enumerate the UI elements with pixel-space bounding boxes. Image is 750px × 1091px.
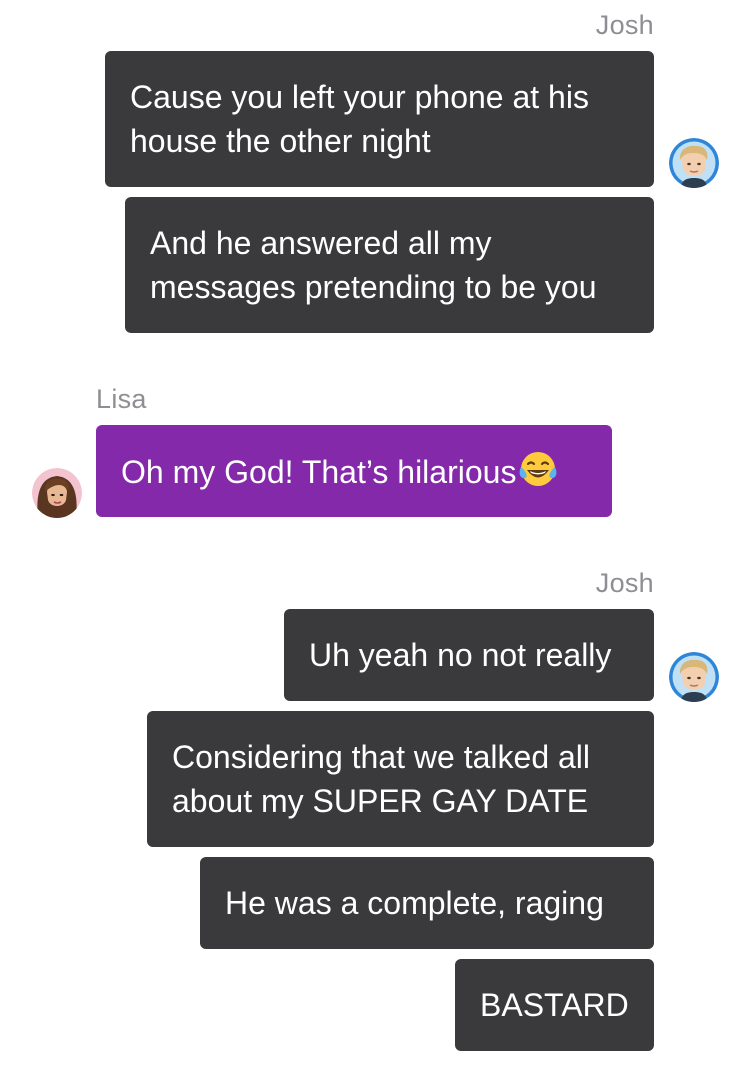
- message-text: Uh yeah no not really: [309, 637, 612, 673]
- message-bubble[interactable]: Cause you left your phone at his house t…: [105, 51, 654, 187]
- message-bubble[interactable]: Considering that we talked all about my …: [147, 711, 654, 847]
- message-bubble[interactable]: Oh my God! That’s hilarious: [96, 425, 612, 517]
- lisa-avatar[interactable]: [32, 468, 82, 518]
- tears-of-joy-emoji: [518, 449, 558, 489]
- message-bubble[interactable]: And he answered all my messages pretendi…: [125, 197, 654, 333]
- message-bubble[interactable]: He was a complete, raging: [200, 857, 654, 949]
- sender-name-lisa: Lisa: [96, 384, 147, 414]
- message-line: house the other night: [130, 123, 431, 159]
- message-line: messages pretending to be you: [150, 269, 597, 305]
- josh-avatar[interactable]: [669, 652, 719, 702]
- message-line: about my SUPER GAY DATE: [172, 783, 589, 819]
- message-text: Oh my God! That’s hilarious: [121, 454, 517, 490]
- message-line: Cause you left your phone at his: [130, 79, 589, 115]
- message-text: BASTARD: [480, 987, 629, 1023]
- josh-avatar[interactable]: [669, 138, 719, 188]
- message-line: And he answered all my: [150, 225, 492, 261]
- sender-name-josh: Josh: [595, 10, 654, 40]
- message-text: He was a complete, raging: [225, 885, 604, 921]
- message-bubble[interactable]: BASTARD: [455, 959, 654, 1051]
- message-bubble[interactable]: Uh yeah no not really: [284, 609, 654, 701]
- sender-name-josh: Josh: [595, 568, 654, 598]
- message-line: Considering that we talked all: [172, 739, 591, 775]
